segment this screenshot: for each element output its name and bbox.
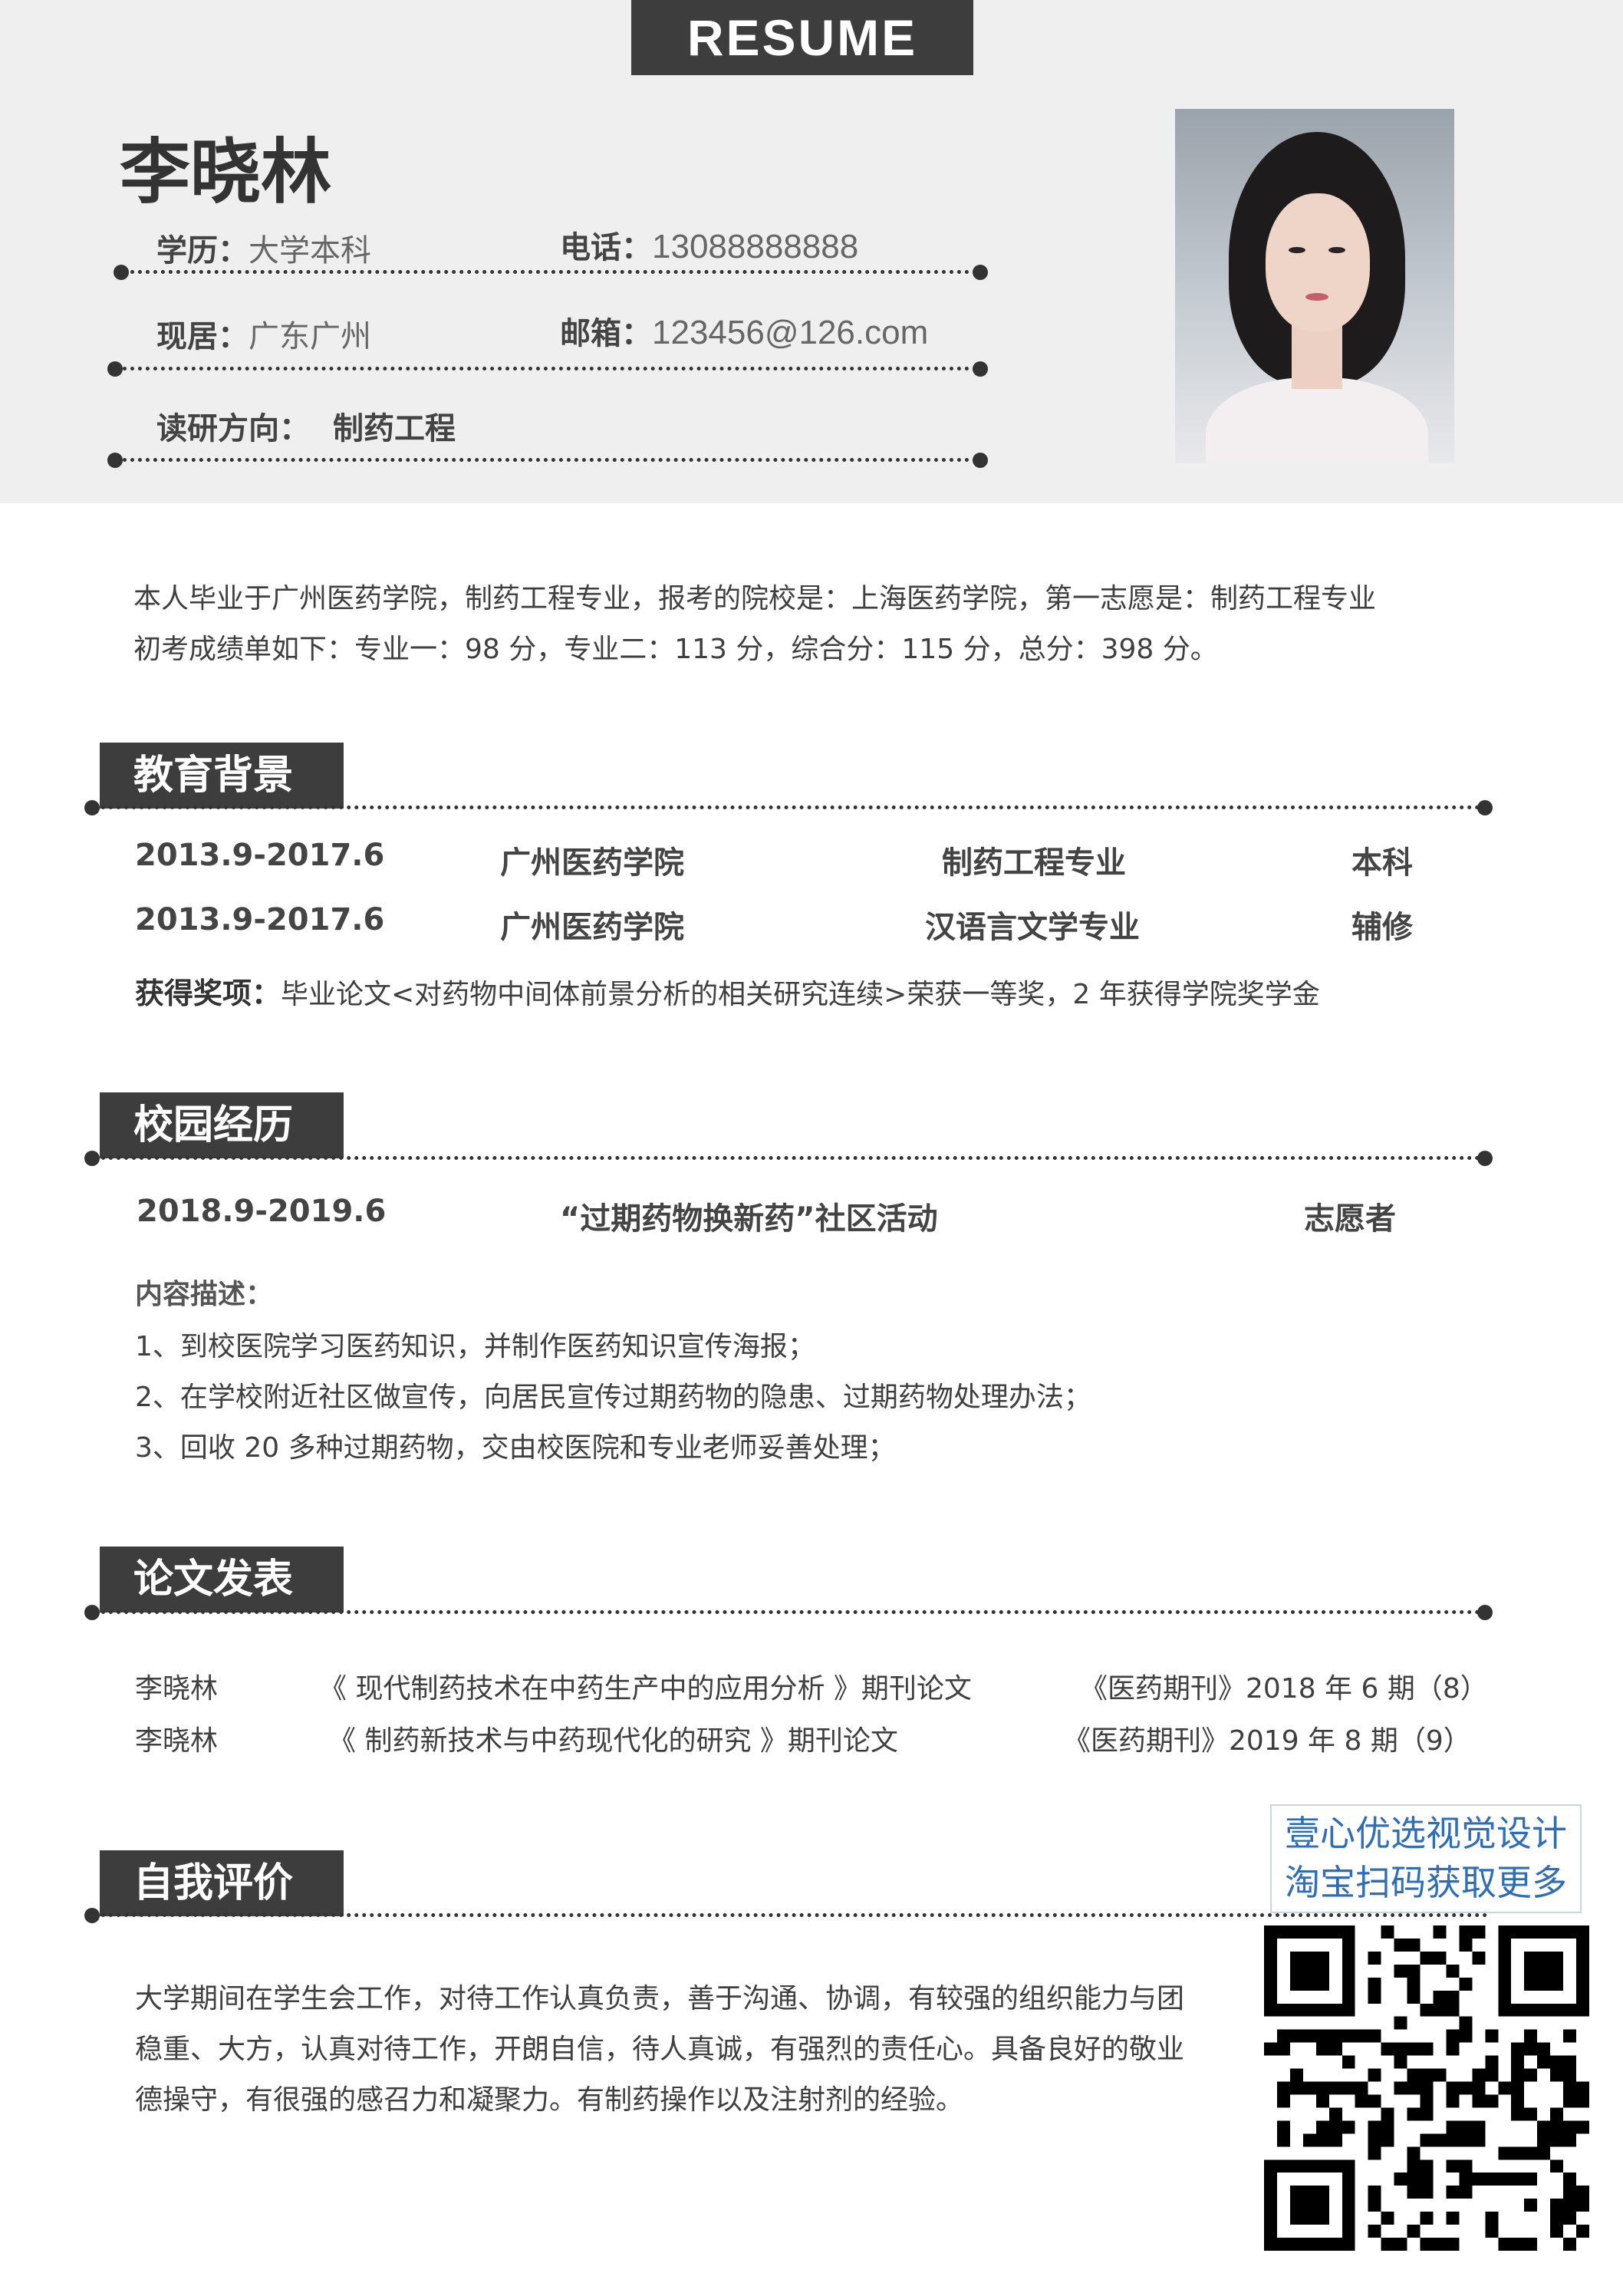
section-title-education: 教育背景 [100, 743, 344, 809]
watermark-box: 壹心优选视觉设计 淘宝扫码获取更多 [1270, 1804, 1582, 1913]
phone-value: 13088888888 [652, 228, 859, 265]
divider-dot [1477, 800, 1493, 815]
research-label: 读研方向： [156, 411, 310, 446]
paper-2-journal: 《医药期刊》2019 年 8 期（9） [1063, 1725, 1471, 1757]
paper-1-title: 《 现代制药技术在中药生产中的应用分析 》期刊论文 [319, 1673, 972, 1705]
education-value: 大学本科 [249, 233, 371, 268]
residence-info: 现居：广东广州 [156, 311, 371, 356]
divider-dot [84, 1151, 100, 1166]
campus-role: 志愿者 [1304, 1201, 1396, 1237]
section-divider [94, 1156, 1488, 1160]
edu-row-2-date: 2013.9-2017.6 [135, 902, 385, 937]
phone-label: 电话： [560, 230, 652, 265]
awards: 获得奖项：毕业论文<对药物中间体前景分析的相关研究连续>荣获一等奖，2 年获得学… [135, 970, 1320, 1012]
campus-date: 2018.9-2019.6 [137, 1194, 387, 1229]
self-eval-line-1: 大学期间在学生会工作，对待工作认真负责，善于沟通、协调，有较强的组织能力与团 [135, 1983, 1185, 2014]
edu-row-1-school: 广州医药学院 [500, 845, 684, 881]
residence-label: 现居： [156, 319, 249, 354]
paper-1-author: 李晓林 [135, 1673, 219, 1705]
edu-row-1-major: 制药工程专业 [942, 845, 1126, 881]
paper-1-journal: 《医药期刊》2018 年 6 期（8） [1080, 1673, 1488, 1705]
campus-desc-label: 内容描述： [135, 1279, 274, 1310]
awards-label: 获得奖项： [135, 977, 281, 1010]
candidate-name: 李晓林 [120, 131, 332, 213]
divider-dot [973, 453, 988, 468]
self-eval-line-3: 德操守，有很强的感召力和凝聚力。有制药操作以及注射剂的经验。 [135, 2084, 964, 2116]
self-eval-line-2: 稳重、大方，认真对待工作，开朗自信，待人真诚，有强烈的责任心。具备良好的敬业 [135, 2034, 1185, 2065]
awards-text: 毕业论文<对药物中间体前景分析的相关研究连续>荣获一等奖，2 年获得学院奖学金 [281, 979, 1320, 1010]
divider-dot [114, 265, 129, 280]
education-label: 学历： [156, 233, 249, 268]
email-value: 123456@126.com [652, 314, 929, 351]
campus-activity: “过期药物换新药”社区活动 [560, 1201, 938, 1237]
resume-tag: RESUME [631, 0, 973, 75]
divider-dot [973, 265, 988, 280]
qr-code[interactable] [1264, 1925, 1589, 2251]
divider-dot [1477, 1151, 1493, 1166]
edu-row-1-date: 2013.9-2017.6 [135, 838, 385, 873]
edu-row-2-school: 广州医药学院 [500, 910, 684, 945]
divider-dot [1477, 1605, 1493, 1620]
email-label: 邮箱： [560, 316, 652, 351]
intro-line-2: 初考成绩单如下：专业一：98 分，专业二：113 分，综合分：115 分，总分：… [133, 634, 1218, 665]
section-divider [94, 1610, 1488, 1614]
email-info: 邮箱：123456@126.com [560, 308, 928, 353]
edu-row-1-degree: 本科 [1351, 845, 1413, 881]
divider-dot [973, 361, 988, 377]
divider-dot [107, 453, 123, 468]
header-divider-3 [123, 458, 977, 462]
intro-line-1: 本人毕业于广州医药学院，制药工程专业，报考的院校是：上海医药学院，第一志愿是：制… [133, 583, 1377, 614]
divider-dot [107, 361, 123, 377]
campus-item-3: 3、回收 20 多种过期药物，交由校医院和专业老师妥善处理； [135, 1432, 896, 1464]
watermark-line-1: 壹心优选视觉设计 [1285, 1813, 1567, 1854]
paper-2-author: 李晓林 [135, 1725, 219, 1757]
divider-dot [84, 800, 100, 815]
edu-row-2-degree: 辅修 [1351, 910, 1413, 945]
education-info: 学历：大学本科 [156, 226, 371, 270]
residence-value: 广东广州 [249, 319, 371, 354]
intro-paragraph: 本人毕业于广州医药学院，制药工程专业，报考的院校是：上海医药学院，第一志愿是：制… [133, 574, 1499, 675]
section-divider [94, 805, 1488, 809]
divider-dot [84, 1908, 100, 1923]
section-title-self: 自我评价 [100, 1850, 344, 1916]
phone-info: 电话：13088888888 [560, 222, 858, 267]
header-divider-2 [123, 367, 977, 371]
edu-row-2-major: 汉语言文学专业 [925, 910, 1140, 945]
paper-2-title: 《 制药新技术与中药现代化的研究 》期刊论文 [328, 1725, 898, 1757]
campus-item-2: 2、在学校附近社区做宣传，向居民宣传过期药物的隐患、过期药物处理办法； [135, 1382, 1091, 1413]
watermark-line-2: 淘宝扫码获取更多 [1285, 1862, 1567, 1903]
research-info: 读研方向： 制药工程 [156, 404, 456, 448]
research-value: 制药工程 [333, 411, 456, 446]
section-title-papers: 论文发表 [100, 1547, 344, 1612]
header-divider-1 [123, 270, 977, 274]
portrait-photo [1175, 109, 1454, 463]
section-title-campus: 校园经历 [100, 1092, 344, 1158]
section-divider [94, 1913, 1488, 1917]
divider-dot [84, 1605, 100, 1620]
campus-item-1: 1、到校医院学习医药知识，并制作医药知识宣传海报； [135, 1331, 815, 1362]
